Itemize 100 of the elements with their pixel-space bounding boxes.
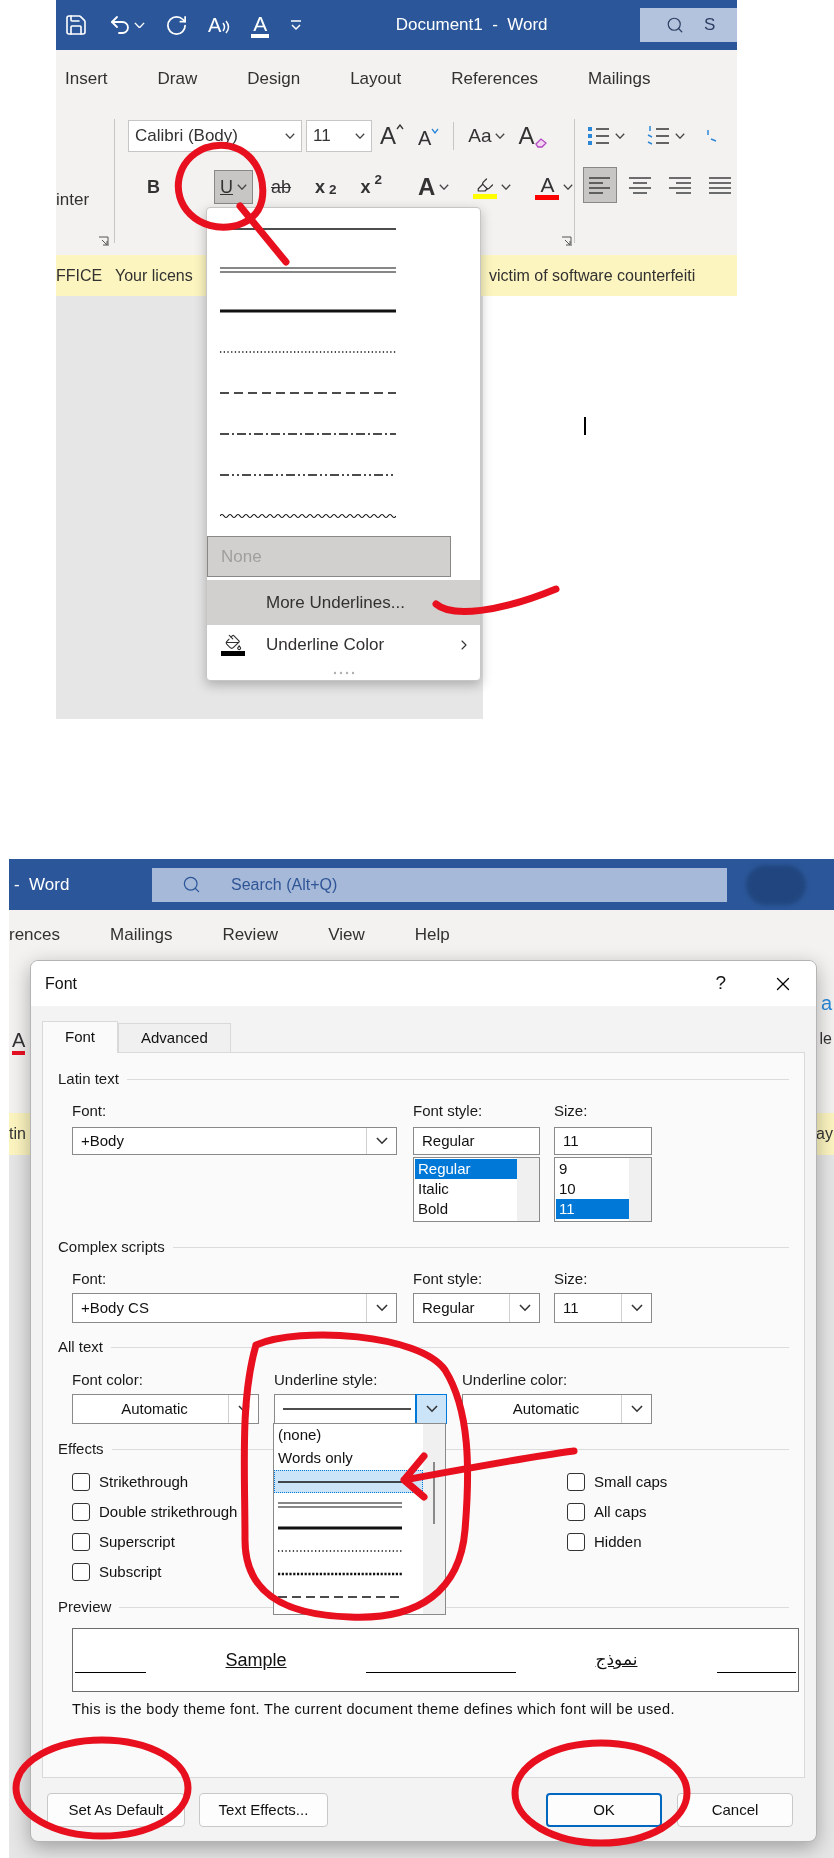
preview-sample: Sample <box>225 1648 287 1672</box>
list-option[interactable]: Bold <box>415 1199 517 1219</box>
grow-font-button[interactable]: A <box>380 124 404 148</box>
checkbox[interactable] <box>567 1473 585 1491</box>
numbering-button[interactable] <box>647 125 685 147</box>
dialog-button[interactable]: Text Effects... <box>199 1793 328 1827</box>
help-button[interactable]: ? <box>715 969 726 998</box>
banner-message: victim of software counterfeiti <box>489 265 697 286</box>
clear-formatting-button[interactable]: A <box>518 124 547 148</box>
scrollbar-thumb[interactable] <box>433 1462 435 1524</box>
font-color-dropdown[interactable]: Automatic <box>72 1394 259 1424</box>
font-style-field[interactable]: Regular <box>413 1127 540 1155</box>
font-color-button[interactable]: A <box>251 12 270 38</box>
line-sample-icon <box>278 1499 402 1510</box>
format-painter-label[interactable]: inter <box>56 191 114 208</box>
redo-button[interactable] <box>165 13 188 37</box>
checkbox[interactable] <box>72 1533 90 1551</box>
ribbon-tab[interactable]: rences <box>9 922 61 948</box>
checkbox[interactable] <box>72 1563 90 1581</box>
ribbon-tab[interactable]: Insert <box>65 65 108 92</box>
size-dropdown[interactable]: 11 <box>554 1293 652 1323</box>
list-option[interactable]: 9 <box>556 1159 629 1179</box>
redo-icon <box>165 13 188 37</box>
dialog-tab[interactable]: Advanced <box>118 1023 231 1052</box>
checkbox-label: Strikethrough <box>99 1471 189 1492</box>
dialog-launcher-icon <box>98 236 109 247</box>
ribbon-tab[interactable]: Design <box>247 65 301 92</box>
dialog-tab[interactable]: Font <box>42 1021 118 1053</box>
ribbon-text-fragment: a <box>820 993 832 1013</box>
chevron-down-icon <box>425 1405 438 1413</box>
checkbox[interactable] <box>567 1503 585 1521</box>
font-size-dropdown[interactable]: 11 <box>306 120 372 152</box>
font-color-button[interactable]: A <box>529 170 580 204</box>
list-option[interactable]: 11 <box>556 1199 629 1219</box>
ribbon-tab[interactable]: Layout <box>350 65 402 92</box>
checkbox[interactable] <box>72 1473 90 1491</box>
underline-color-dropdown[interactable]: Automatic <box>462 1394 652 1424</box>
font-style-dropdown[interactable]: Regular <box>413 1293 540 1323</box>
ribbon-tab[interactable]: References <box>451 65 539 92</box>
strikethrough-button[interactable]: ab <box>265 170 298 204</box>
font-style-list[interactable]: Regular Italic Bold <box>413 1157 540 1222</box>
underline-option[interactable]: Words only <box>274 1447 423 1470</box>
size-field[interactable]: 11 <box>554 1127 652 1155</box>
search-field[interactable]: Search (Alt+Q) <box>152 867 727 902</box>
ribbon-tab[interactable]: Review <box>222 922 279 948</box>
ribbon-tab[interactable]: View <box>328 922 365 948</box>
checkbox[interactable] <box>567 1533 585 1551</box>
subscript-button[interactable]: x$_{2}$ <box>309 170 343 204</box>
align-button[interactable] <box>583 167 617 203</box>
customize-button[interactable] <box>289 18 304 32</box>
scrollbar-track <box>517 1158 539 1221</box>
list-option[interactable]: 10 <box>556 1179 629 1199</box>
ribbon-tab[interactable]: Mailings <box>110 922 173 948</box>
underline-style-list[interactable]: (none) Words only <box>273 1423 446 1615</box>
checkbox-label: Hidden <box>594 1531 642 1552</box>
more-underlines-option[interactable]: More Underlines... <box>207 580 480 625</box>
list-option[interactable]: Regular <box>415 1159 517 1179</box>
text-outline-button[interactable]: A <box>412 170 456 204</box>
checkbox-label: Double strikethrough <box>99 1501 238 1522</box>
preview-sample-arabic: نموذج <box>595 1648 638 1672</box>
undo-button[interactable] <box>108 13 145 37</box>
eraser-icon <box>534 138 547 148</box>
read-aloud-button[interactable]: A <box>208 15 232 35</box>
chevron-down-icon <box>134 21 145 29</box>
checkbox[interactable] <box>72 1503 90 1521</box>
ribbon-tab[interactable]: Draw <box>157 65 198 92</box>
underline-option[interactable] <box>274 1470 423 1493</box>
multilevel-list-button[interactable] <box>707 130 717 142</box>
chevron-down-icon <box>494 133 505 139</box>
change-case-button[interactable]: Aa <box>468 121 505 151</box>
align-center-icon <box>628 174 652 196</box>
dialog-button[interactable]: OK <box>546 1793 662 1827</box>
chevron-down-icon <box>563 184 574 190</box>
font-color-letter: A <box>540 174 555 195</box>
font-dropdown[interactable]: +Body <box>72 1127 397 1155</box>
search-field[interactable]: S <box>640 8 737 42</box>
section-heading: Complex scripts <box>58 1236 165 1257</box>
list-option[interactable]: Italic <box>415 1179 517 1199</box>
underline-button[interactable]: U <box>214 170 253 204</box>
ribbon-tab[interactable]: Help <box>414 922 450 948</box>
font-name-dropdown[interactable]: Calibri (Body) <box>128 120 302 152</box>
chevron-down-icon <box>615 133 625 139</box>
shrink-font-button[interactable]: A <box>418 124 440 148</box>
size-list[interactable]: 9 10 11 <box>554 1157 652 1222</box>
chevron-down-icon <box>285 133 295 139</box>
font-dropdown[interactable]: +Body CS <box>72 1293 397 1323</box>
checkbox-label: All caps <box>594 1501 647 1522</box>
ribbon-tab[interactable]: Mailings <box>588 65 651 92</box>
underline-option[interactable]: (none) <box>274 1424 423 1447</box>
underline-color-option[interactable]: Underline Color <box>207 625 480 665</box>
numbered-list-icon <box>647 125 671 147</box>
underline-style-dropdown[interactable] <box>274 1394 447 1424</box>
bold-button[interactable]: B <box>141 170 166 204</box>
dialog-button[interactable]: Cancel <box>677 1793 793 1827</box>
field-label: Font: <box>72 1102 108 1120</box>
dialog-button[interactable]: Set As Default <box>47 1793 185 1827</box>
bullets-button[interactable] <box>587 125 625 147</box>
save-button[interactable] <box>64 13 88 37</box>
superscript-button[interactable]: x$^{2}$ <box>354 170 389 204</box>
chevron-down-icon <box>375 1304 388 1312</box>
